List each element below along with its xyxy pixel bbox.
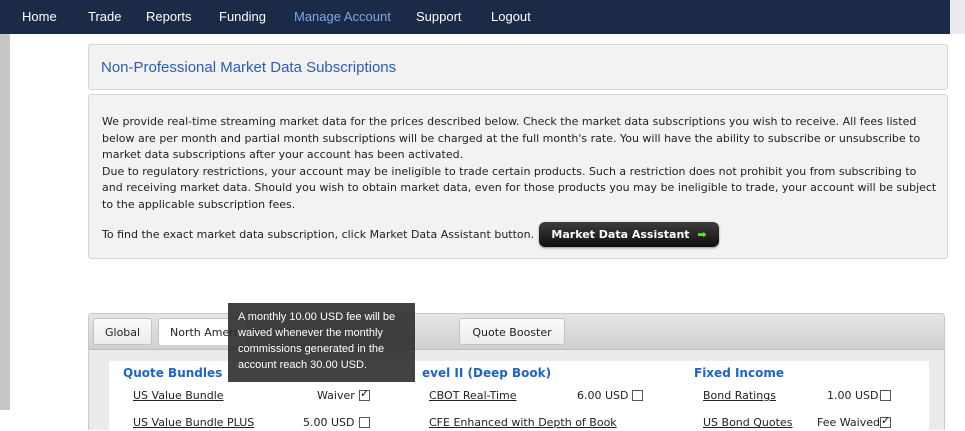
page-title-panel: Non-Professional Market Data Subscriptio…	[88, 44, 948, 90]
tab-bar: Global North Ameri Quote Booster	[89, 314, 944, 350]
description-line: and receiving market data. Should you wi…	[102, 181, 937, 194]
us-bond-quotes-checkbox[interactable]	[880, 414, 891, 428]
nav-support[interactable]: Support	[416, 0, 462, 34]
level2-heading: evel II (Deep Book)	[422, 366, 552, 380]
description-line: We provide real-time streaming market da…	[102, 115, 917, 128]
tooltip-line: commissions generated in the	[238, 343, 385, 355]
tooltip-line: A monthly 10.00 USD fee will be	[238, 311, 396, 323]
nav-trade[interactable]: Trade	[88, 0, 121, 34]
bond-ratings-price: 1.00 USD	[827, 389, 879, 402]
assistant-button-label: Market Data Assistant	[551, 228, 690, 241]
description-line: to the applicable subscription fees.	[102, 197, 296, 211]
tooltip-line: account reach 30.00 USD.	[238, 359, 368, 371]
nav-funding[interactable]: Funding	[219, 0, 266, 34]
left-sidebar-strip	[0, 34, 10, 410]
cbot-real-time-price: 6.00 USD	[577, 389, 629, 402]
description-text: We provide real-time streaming market da…	[102, 114, 937, 213]
nav-home[interactable]: Home	[22, 0, 57, 34]
bond-ratings-link[interactable]: Bond Ratings	[703, 389, 776, 402]
cbot-real-time-checkbox[interactable]	[632, 390, 643, 401]
top-navigation: Home Trade Reports Funding Manage Accoun…	[0, 0, 965, 34]
nav-edge	[950, 0, 965, 34]
fee-waiver-tooltip: A monthly 10.00 USD fee will be waived w…	[228, 303, 415, 382]
nav-manage-account[interactable]: Manage Account	[294, 0, 391, 34]
nav-logout[interactable]: Logout	[491, 0, 531, 34]
tooltip-line: waived whenever the monthly	[238, 327, 383, 339]
us-value-bundle-plus-checkbox[interactable]	[359, 417, 370, 428]
fixed-income-heading: Fixed Income	[694, 366, 784, 380]
description-panel: We provide real-time streaming market da…	[88, 94, 948, 259]
description-line: Due to regulatory restrictions, your acc…	[102, 164, 917, 178]
arrow-right-icon: ➡	[697, 228, 707, 241]
nav-reports[interactable]: Reports	[146, 0, 192, 34]
tab-global[interactable]: Global	[93, 318, 153, 345]
us-value-bundle-checkbox[interactable]	[359, 387, 370, 401]
us-value-bundle-plus-price: 5.00 USD	[303, 416, 355, 429]
assistant-prompt: To find the exact market data subscripti…	[102, 228, 535, 241]
us-value-bundle-plus-link[interactable]: US Value Bundle PLUS	[133, 416, 254, 429]
us-value-bundle-price: Waiver	[317, 389, 355, 402]
us-bond-quotes-link[interactable]: US Bond Quotes	[703, 416, 792, 429]
us-bond-quotes-price: Fee Waived	[817, 416, 880, 429]
us-value-bundle-link[interactable]: US Value Bundle	[133, 389, 224, 402]
subscription-tabs-panel: Global North Ameri Quote Booster Quote B…	[88, 313, 945, 431]
tab-quote-booster[interactable]: Quote Booster	[459, 318, 565, 345]
description-line: market data subscriptions after your acc…	[102, 148, 464, 161]
cfe-enhanced-link[interactable]: CFE Enhanced with Depth of Book	[429, 416, 617, 429]
bond-ratings-checkbox[interactable]	[880, 390, 891, 401]
quote-bundles-heading: Quote Bundles	[123, 366, 223, 380]
page-title: Non-Professional Market Data Subscriptio…	[101, 59, 397, 76]
description-line: below are per month and partial month su…	[102, 131, 921, 145]
cbot-real-time-link[interactable]: CBOT Real-Time	[429, 389, 517, 402]
market-data-assistant-button[interactable]: Market Data Assistant ➡	[539, 222, 719, 247]
